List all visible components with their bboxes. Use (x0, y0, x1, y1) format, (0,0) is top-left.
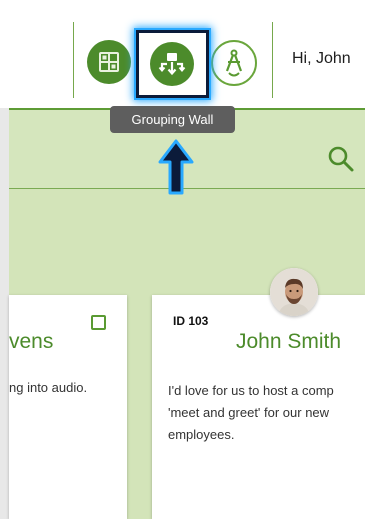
person-photo-icon (270, 268, 318, 316)
card-idea-text: ng into audio. (9, 380, 88, 395)
card-author-name: John Smith (236, 330, 342, 353)
card-author-name: vens (9, 330, 54, 353)
highlight-frame (136, 30, 209, 98)
app-window: Hi, John vens ng into audio. ID 103 John… (0, 0, 365, 519)
user-greeting: Hi, John (292, 50, 351, 67)
avatar[interactable] (270, 268, 318, 316)
grouping-wall-tooltip: Grouping Wall (110, 106, 235, 133)
idea-card[interactable] (9, 295, 127, 519)
card-idea-text: I'd love for us to host a comp 'meet and… (168, 383, 334, 442)
card-select-checkbox[interactable] (91, 315, 106, 330)
pointer-arrow-icon (158, 139, 194, 195)
compass-button[interactable] (211, 40, 257, 86)
search-icon[interactable] (327, 144, 355, 174)
card-id: ID 103 (173, 314, 209, 328)
header-divider (73, 22, 74, 98)
compass-icon (225, 49, 243, 77)
dashboard-grid-icon (99, 52, 119, 72)
header-divider-right (272, 22, 273, 98)
dashboard-button[interactable] (87, 40, 131, 84)
